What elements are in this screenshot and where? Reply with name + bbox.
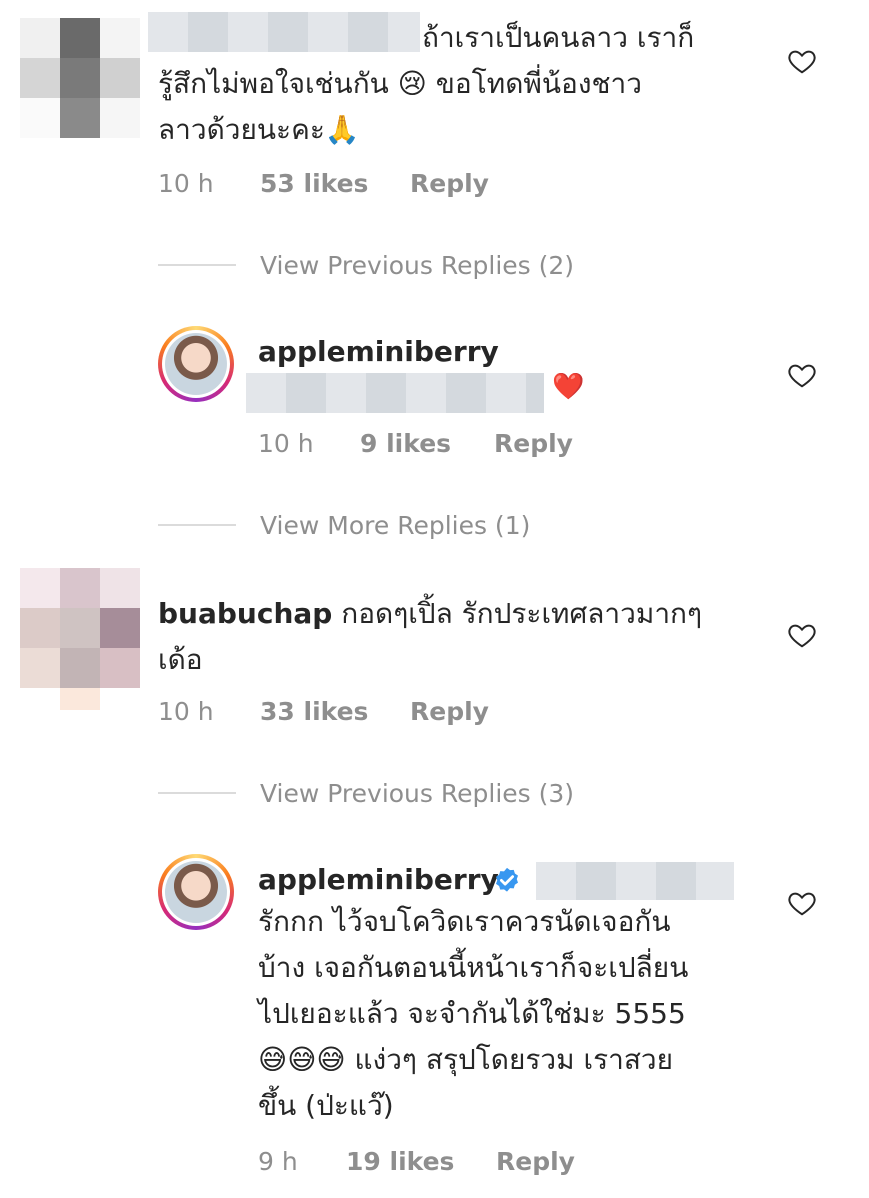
avatar[interactable] bbox=[158, 854, 234, 930]
reply-button[interactable]: Reply bbox=[496, 1147, 575, 1176]
reply-button[interactable]: Reply bbox=[410, 169, 489, 198]
redacted-mention bbox=[536, 862, 734, 900]
likes-count[interactable]: 53 likes bbox=[260, 169, 410, 198]
divider-line bbox=[158, 792, 236, 794]
divider-line bbox=[158, 264, 236, 266]
username[interactable]: buabuchap bbox=[158, 597, 332, 630]
view-replies-button[interactable]: View Previous Replies (3) bbox=[158, 776, 574, 810]
likes-count[interactable]: 19 likes bbox=[346, 1147, 496, 1176]
timestamp: 10 h bbox=[158, 696, 214, 726]
comment-text-line: ขึ้น (ป่ะแว๊) bbox=[258, 1089, 394, 1122]
red-heart-emoji: ❤️ bbox=[552, 372, 585, 402]
timestamp: 10 h bbox=[158, 168, 214, 198]
reply-button[interactable]: Reply bbox=[410, 697, 489, 726]
likes-count[interactable]: 33 likes bbox=[260, 697, 410, 726]
likes-count[interactable]: 9 likes bbox=[360, 429, 494, 458]
comment-text-line: บ้าง เจอกันตอนนี้หน้าเราก็จะเปลี่ยน bbox=[258, 951, 689, 984]
avatar[interactable] bbox=[158, 326, 234, 402]
view-replies-button[interactable]: View Previous Replies (2) bbox=[158, 248, 574, 282]
comment-meta: 10 h 53 likes Reply bbox=[158, 166, 489, 200]
username[interactable]: appleminiberry bbox=[258, 330, 558, 374]
heart-outline-icon[interactable] bbox=[786, 360, 818, 390]
redacted-text bbox=[246, 373, 544, 413]
divider-line bbox=[158, 524, 236, 526]
comment-text-line: ถ้าเราเป็นคนลาว เราก็ bbox=[422, 21, 695, 54]
avatar-pixelated bbox=[20, 18, 140, 138]
view-replies-label: View More Replies (1) bbox=[260, 510, 531, 540]
comment-meta: 10 h 9 likes Reply bbox=[258, 426, 573, 460]
timestamp: 9 h bbox=[258, 1146, 298, 1176]
avatar-photo bbox=[165, 861, 227, 923]
avatar-pixelated-bottom bbox=[60, 688, 100, 710]
comment-text-line: buabuchap กอดๆเปิ้ล รักประเทศลาวมากๆ bbox=[158, 592, 778, 636]
comment-text-line: รู้สึกไม่พอใจเช่นกัน 😢 ขอโทดพี่น้องชาว bbox=[158, 67, 642, 100]
comment-text-line: ไปเยอะแล้ว จะจำกันได้ใช่มะ 5555 bbox=[258, 997, 686, 1030]
comment-text: กอดๆเปิ้ล รักประเทศลาวมากๆ bbox=[341, 597, 703, 630]
heart-outline-icon[interactable] bbox=[786, 46, 818, 76]
heart-outline-icon[interactable] bbox=[786, 620, 818, 650]
avatar-pixelated bbox=[20, 568, 140, 688]
view-replies-label: View Previous Replies (3) bbox=[260, 778, 575, 808]
view-replies-label: View Previous Replies (2) bbox=[260, 250, 575, 280]
avatar-photo bbox=[165, 333, 227, 395]
heart-outline-icon[interactable] bbox=[786, 888, 818, 918]
verified-badge-icon bbox=[496, 867, 518, 892]
comment-text-line: รักกก ไว้จบโควิดเราควรนัดเจอกัน bbox=[258, 905, 671, 938]
comment-text-line: ลาวด้วยนะคะ🙏 bbox=[158, 113, 360, 146]
comment-meta: 10 h 33 likes Reply bbox=[158, 694, 489, 728]
redacted-username bbox=[148, 12, 420, 52]
view-replies-button[interactable]: View More Replies (1) bbox=[158, 508, 530, 542]
timestamp: 10 h bbox=[258, 428, 314, 458]
comment-meta: 9 h 19 likes Reply bbox=[258, 1144, 575, 1178]
username[interactable]: appleminiberry bbox=[258, 858, 499, 902]
comment-text-line: 😅😅😅 แง่วๆ สรุปโดยรวม เราสวย bbox=[258, 1043, 674, 1076]
reply-button[interactable]: Reply bbox=[494, 429, 573, 458]
comment-text-line: เด้อ bbox=[158, 643, 203, 676]
